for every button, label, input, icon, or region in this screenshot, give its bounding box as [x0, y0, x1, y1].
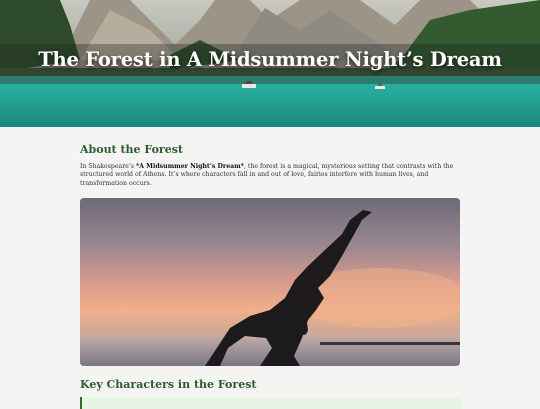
- hero-banner: The Forest in A Midsummer Night’s Dream: [0, 0, 540, 127]
- about-paragraph: In Shakespeare’s *A Midsummer Night’s Dr…: [80, 163, 460, 188]
- characters-heading: Key Characters in the Forest: [80, 378, 257, 391]
- sunset-silhouette-image: [80, 198, 460, 366]
- character-card: [80, 397, 462, 409]
- play-title: *A Midsummer Night’s Dream*: [135, 163, 244, 170]
- yoga-sunset-photo: [80, 198, 460, 366]
- about-heading: About the Forest: [80, 143, 183, 156]
- about-intro-prefix: In Shakespeare’s: [80, 163, 136, 170]
- hero-title: The Forest in A Midsummer Night’s Dream: [38, 48, 502, 71]
